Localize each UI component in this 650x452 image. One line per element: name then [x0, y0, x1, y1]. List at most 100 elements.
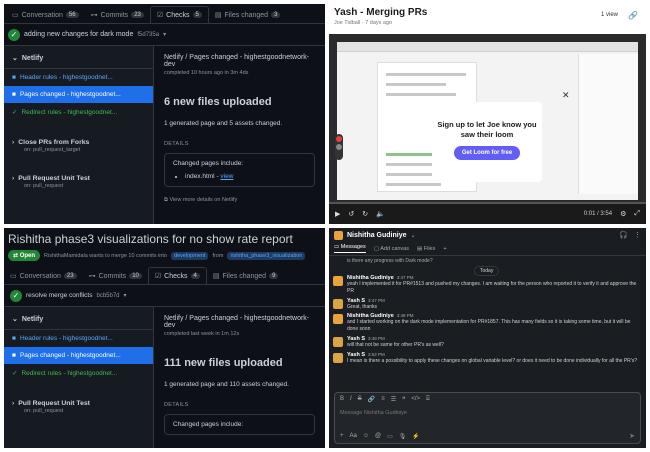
time-display: 0:01 / 3:54	[583, 211, 613, 217]
tab-checks[interactable]: ☑ Checks 5	[149, 6, 209, 23]
check-pages-changed[interactable]: ■ Pages changed - highestgoodnet...	[4, 86, 153, 103]
bullet-list-icon[interactable]: ☰	[391, 396, 396, 403]
video-age: 7 days ago	[365, 20, 393, 26]
tab-commits[interactable]: ⊶ Commits 23	[85, 7, 150, 23]
tab-count: 5	[192, 12, 202, 18]
tab-count: 56	[65, 12, 79, 18]
message-input[interactable]: Message Nishitha Gudiniye	[335, 406, 640, 420]
more-icon[interactable]: ⋮	[634, 231, 641, 239]
file-diff-icon: ▤	[214, 12, 222, 19]
tab-count: 3	[271, 12, 281, 18]
check-header-rules[interactable]: ■ Header rules - highestgoodnet...	[4, 69, 153, 86]
check-suite-close-prs[interactable]: › Close PRs from Forks	[4, 131, 153, 146]
check-suite-netlify[interactable]: ⌄ Netlify	[4, 307, 153, 330]
tab-commits[interactable]: ⊶ Commits 10	[83, 268, 148, 284]
check-header-rules[interactable]: ■ Header rules - highestgoodnet...	[4, 330, 153, 347]
mic-icon[interactable]: 🎙	[399, 433, 407, 440]
tab-label: Files changed	[224, 11, 269, 19]
code-icon[interactable]: </>	[411, 396, 420, 403]
code-block-icon[interactable]: ⌸	[426, 396, 430, 403]
view-count[interactable]: 1 view	[601, 12, 618, 18]
italic-icon[interactable]: I	[350, 396, 352, 403]
commit-message[interactable]: resolve merge conflicts	[26, 292, 92, 299]
suite-label: Pull Request Unit Test	[18, 175, 90, 182]
strikethrough-icon[interactable]: S	[358, 396, 362, 403]
emoji-icon[interactable]: ☺	[363, 433, 369, 439]
headphones-icon[interactable]: 🎧	[619, 231, 628, 239]
check-pages-changed[interactable]: ■ Pages changed - highestgoodnet...	[4, 347, 153, 364]
message-text: and I started working on the dark mode i…	[347, 319, 631, 332]
add-tab-icon[interactable]: +	[443, 246, 446, 252]
tab-messages[interactable]: ▭ Messages	[334, 244, 366, 253]
rewind-icon[interactable]: ↺	[348, 210, 354, 218]
forward-icon[interactable]: ↻	[362, 210, 368, 218]
chevron-down-icon[interactable]: ▾	[124, 292, 127, 299]
tab-conversation[interactable]: ▭ Conversation 56	[6, 7, 85, 23]
head-branch[interactable]: rishitha_phase3_visualization	[227, 251, 306, 260]
check-label: Redirect rules - highestgoodnet...	[21, 369, 118, 377]
separator: -	[216, 173, 219, 180]
message: Yash S 3:48 PM will that not be same for o…	[333, 336, 642, 349]
close-icon[interactable]: ✕	[562, 90, 570, 101]
tab-files-changed[interactable]: ▤ Files changed 3	[209, 7, 287, 23]
fullscreen-icon[interactable]: ⤢	[634, 210, 640, 218]
text-format-icon[interactable]: Aa	[350, 433, 357, 439]
check-detail: Netlify / Pages changed - highestgoodnet…	[154, 46, 325, 224]
tab-conversation[interactable]: ▭ Conversation 23	[4, 268, 83, 284]
check-label: Header rules - highestgoodnet...	[19, 74, 113, 81]
tab-label: Messages	[340, 244, 366, 250]
open-label: Open	[19, 253, 36, 259]
commit-message[interactable]: adding new changes for dark mode	[24, 31, 133, 38]
dm-contact-name[interactable]: Nishitha Gudiniye	[347, 232, 407, 239]
check-suite-netlify[interactable]: ⌄ Netlify	[4, 46, 153, 69]
message-time: 3:52 PM	[368, 351, 385, 357]
pr-open-icon: ⇄	[13, 253, 19, 259]
quote-icon[interactable]: ❝	[402, 396, 405, 403]
files-icon: ▤	[417, 245, 423, 252]
get-loom-button[interactable]: Get Loom for free	[453, 145, 521, 160]
volume-icon[interactable]: 🔈	[376, 210, 385, 218]
check-redirect-rules[interactable]: ✓ Redirect rules - highestgoodnet...	[4, 103, 153, 121]
check-suite-unit-test[interactable]: › Pull Request Unit Test	[4, 392, 153, 407]
plus-icon[interactable]: +	[340, 433, 344, 439]
video-icon[interactable]: ▭	[387, 433, 393, 440]
changed-pages-label: Changed pages include:	[173, 421, 244, 428]
chevron-down-icon[interactable]: ⌄	[411, 232, 416, 239]
commit-sha[interactable]: f5d735a	[137, 32, 159, 38]
changed-page-item: index.html - view	[185, 173, 306, 180]
author-name[interactable]: Joe Tidball	[334, 20, 360, 26]
ordered-list-icon[interactable]: ≡	[381, 396, 385, 403]
base-branch[interactable]: development	[170, 251, 209, 260]
message-icon: ▭	[334, 244, 340, 250]
shortcuts-icon[interactable]: ⚡	[412, 433, 419, 440]
view-more-link[interactable]: ⧉ View more details on Netlify	[164, 197, 315, 204]
tab-files-changed[interactable]: ▤ Files changed 9	[207, 268, 285, 284]
loom-video-panel: Yash - Merging PRs Joe Tidball · 7 days …	[329, 4, 646, 224]
check-duration: completed last week in 1m 12s	[164, 331, 240, 337]
sender-name[interactable]: Yash S	[347, 336, 365, 342]
canvas-icon: ▢	[373, 245, 380, 252]
link-icon[interactable]: 🔗	[628, 11, 638, 20]
day-divider[interactable]: Today	[474, 266, 500, 276]
details-box: Changed pages include: index.html - view	[164, 153, 315, 187]
tab-label: Add canvas	[380, 245, 409, 252]
play-icon[interactable]: ▶	[335, 210, 340, 218]
chevron-down-icon[interactable]: ▾	[163, 31, 166, 38]
mention-icon[interactable]: @	[375, 433, 381, 439]
check-redirect-rules[interactable]: ✓ Redirect rules - highestgoodnet...	[4, 364, 153, 382]
send-icon[interactable]: ➤	[629, 432, 635, 440]
bold-icon[interactable]: B	[340, 396, 344, 403]
tab-files[interactable]: ▤ Files	[417, 246, 435, 252]
sender-name[interactable]: Yash S	[347, 352, 365, 358]
view-link[interactable]: view	[220, 173, 233, 180]
tab-checks[interactable]: ☑ Checks 4	[147, 267, 207, 284]
pr-status: ⇄ Open RishithaMamidala wants to merge 1…	[4, 248, 325, 267]
sender-name[interactable]: Yash S	[347, 298, 365, 304]
check-suite-unit-test[interactable]: › Pull Request Unit Test	[4, 167, 153, 182]
video-player[interactable]: Sign up to let Joe know you saw their lo…	[329, 34, 646, 224]
commit-sha[interactable]: bcb5b7d	[96, 293, 119, 299]
speed-icon[interactable]: ⚙	[620, 210, 626, 218]
commit-icon: ⊶	[90, 12, 98, 19]
tab-add-canvas[interactable]: ▢ Add canvas	[374, 246, 409, 252]
link-icon[interactable]: 🔗	[368, 396, 375, 403]
